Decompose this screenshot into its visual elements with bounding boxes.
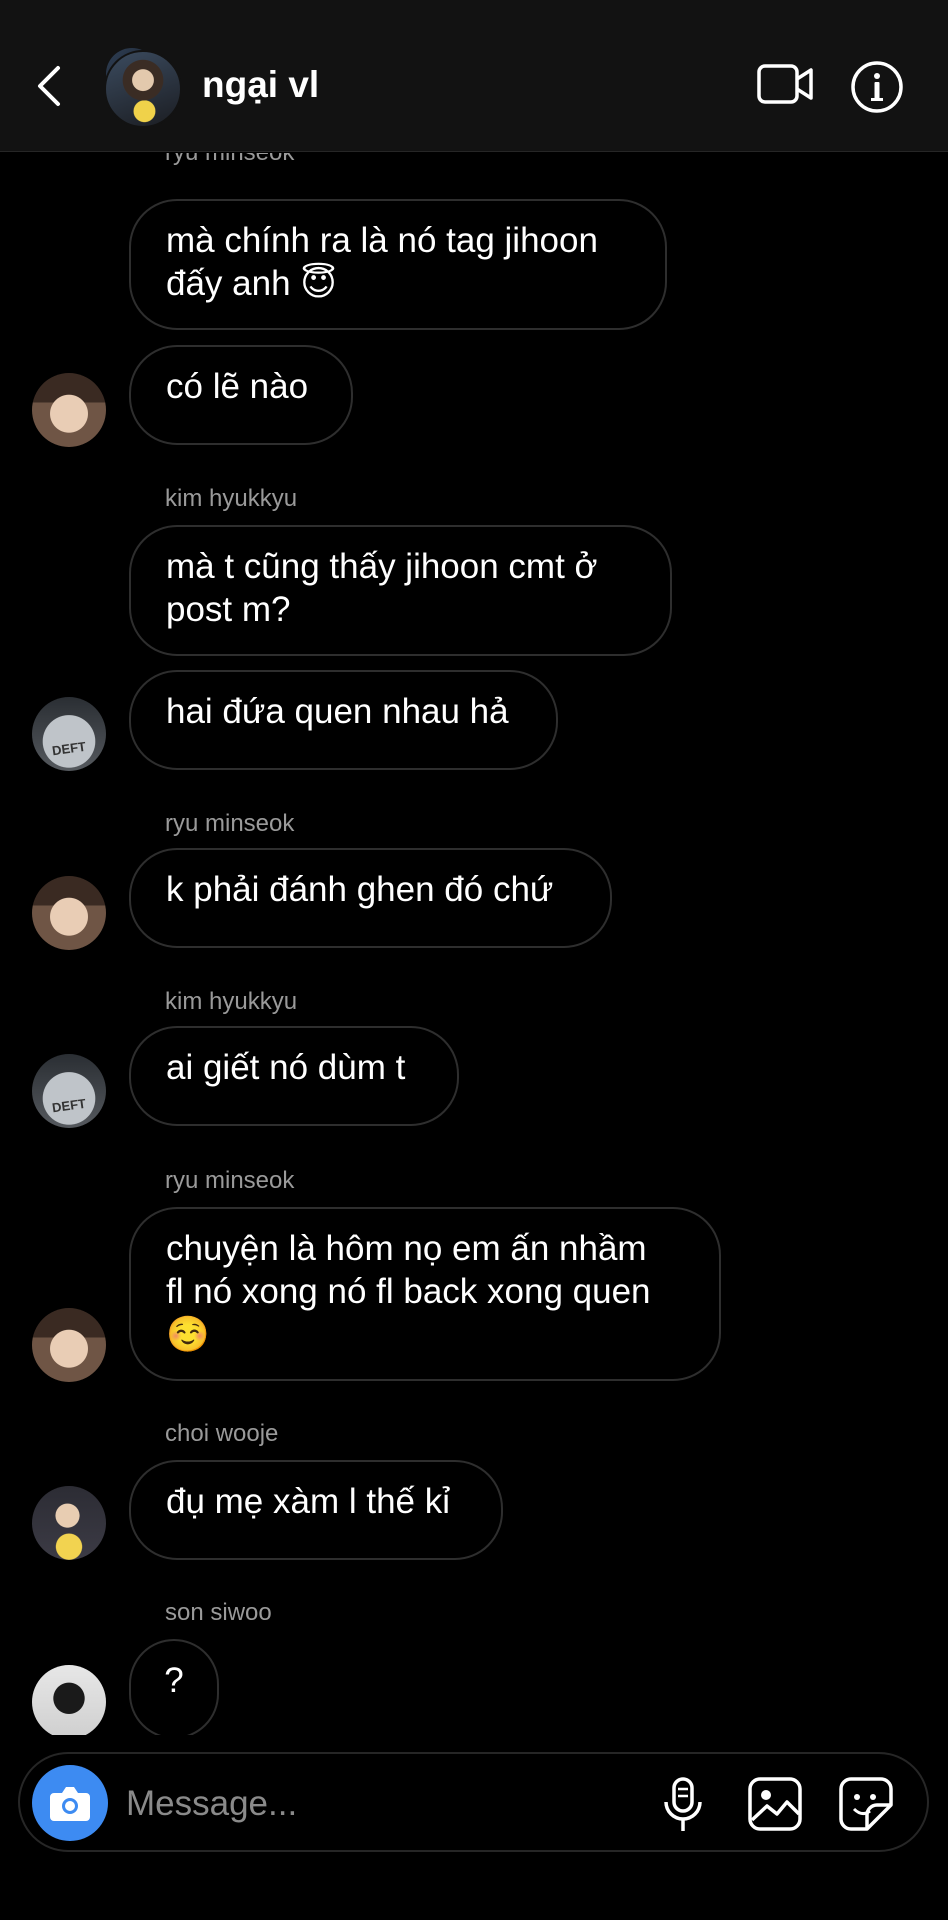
sender-name: kim hyukkyu — [165, 988, 298, 1015]
info-button[interactable] — [850, 60, 904, 114]
avatar-ryu[interactable] — [32, 373, 106, 447]
sender-name: ryu minseok — [165, 153, 294, 167]
message-bubble[interactable]: mà chính ra là nó tag jihoon đấy anh 😇 — [129, 199, 667, 330]
avatar-choi[interactable] — [32, 1486, 106, 1560]
info-icon — [851, 61, 903, 113]
avatar-label: DEFT — [51, 1095, 87, 1116]
message-bubble[interactable]: ? — [129, 1639, 219, 1735]
sender-name: ryu minseok — [165, 810, 295, 837]
avatar-kim[interactable]: DEFT — [32, 697, 106, 771]
message-composer — [18, 1752, 929, 1852]
gallery-icon — [748, 1777, 802, 1831]
message-bubble[interactable]: ai giết nó dùm t — [129, 1026, 459, 1126]
sender-name: choi wooje — [165, 1420, 279, 1447]
message-bubble[interactable]: có lẽ nào — [129, 345, 353, 445]
back-button[interactable] — [30, 60, 74, 112]
message-input[interactable] — [124, 1776, 648, 1832]
chevron-left-icon — [38, 66, 60, 106]
sticker-button[interactable] — [838, 1776, 894, 1832]
avatar-son[interactable] — [32, 1665, 106, 1735]
avatar-ryu[interactable] — [32, 876, 106, 950]
sticker-icon — [839, 1777, 893, 1831]
avatar-kim[interactable]: DEFT — [32, 1054, 106, 1128]
sender-name: son siwoo — [165, 1599, 272, 1626]
microphone-button[interactable] — [660, 1776, 706, 1834]
message-bubble[interactable]: mà t cũng thấy jihoon cmt ở post m? — [129, 525, 672, 656]
camera-icon — [50, 1787, 90, 1821]
video-call-button[interactable] — [756, 60, 814, 110]
message-bubble[interactable]: hai đứa quen nhau hả — [129, 670, 558, 770]
message-bubble[interactable]: đụ mẹ xàm l thế kỉ — [129, 1460, 503, 1560]
chat-header: ngại vl — [0, 0, 948, 152]
avatar-label: DEFT — [51, 738, 87, 759]
video-call-icon — [757, 64, 813, 104]
sender-name: kim hyukkyu — [165, 485, 298, 512]
gallery-button[interactable] — [747, 1776, 803, 1832]
message-bubble[interactable]: chuyện là hôm nọ em ấn nhầm fl nó xong n… — [129, 1207, 721, 1381]
camera-button[interactable] — [32, 1765, 108, 1841]
sender-name: ryu minseok — [165, 1167, 295, 1194]
microphone-icon — [664, 1777, 702, 1831]
message-feed[interactable]: ryu minseok mà chính ra là nó tag jihoon… — [0, 153, 948, 1735]
group-avatar[interactable] — [104, 50, 182, 128]
message-bubble[interactable]: k phải đánh ghen đó chứ — [129, 848, 612, 948]
avatar-ryu[interactable] — [32, 1308, 106, 1382]
chat-title[interactable]: ngại vl — [202, 64, 319, 106]
